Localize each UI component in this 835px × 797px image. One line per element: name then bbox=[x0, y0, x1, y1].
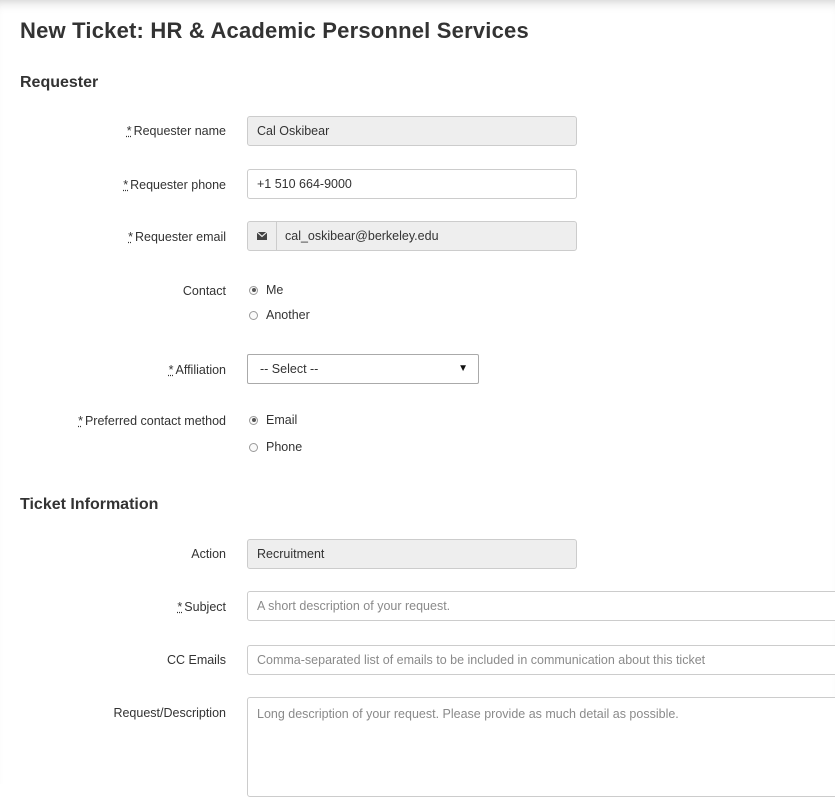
ticket-information-heading: Ticket Information bbox=[20, 496, 159, 513]
preferred-contact-option-email[interactable]: Email bbox=[249, 413, 297, 427]
envelope-icon bbox=[248, 222, 277, 250]
subject-input[interactable]: A short description of your request. bbox=[247, 591, 835, 621]
cc-emails-label: CC Emails bbox=[166, 653, 226, 667]
requester-email-field[interactable]: cal_oskibear@berkeley.edu bbox=[247, 221, 577, 251]
page-title: New Ticket: HR & Academic Personnel Serv… bbox=[20, 18, 529, 43]
requester-email-value: cal_oskibear@berkeley.edu bbox=[285, 229, 439, 243]
required-marker: * bbox=[168, 363, 174, 377]
preferred-contact-option-phone[interactable]: Phone bbox=[249, 440, 302, 454]
action-label: Action bbox=[191, 547, 226, 561]
requester-phone-field[interactable]: +1 510 664-9000 bbox=[247, 169, 577, 199]
affiliation-selected-value: -- Select -- bbox=[260, 362, 319, 376]
description-textarea[interactable]: Long description of your request. Please… bbox=[247, 697, 835, 797]
subject-label: * Subject bbox=[177, 600, 226, 614]
radio-unchecked-icon[interactable] bbox=[249, 442, 258, 452]
requester-email-label: * Requester email bbox=[128, 230, 226, 244]
cc-emails-input[interactable]: Comma-separated list of emails to be inc… bbox=[247, 645, 835, 675]
required-marker: * bbox=[177, 600, 183, 614]
dropdown-arrow-icon: ▼ bbox=[458, 363, 468, 374]
requester-name-label: * Requester name bbox=[126, 124, 226, 138]
required-marker: * bbox=[128, 230, 133, 244]
required-marker: * bbox=[78, 414, 83, 428]
affiliation-label: * Affiliation bbox=[168, 363, 226, 377]
description-label: Request/Description bbox=[113, 706, 226, 720]
contact-label: Contact bbox=[182, 284, 226, 298]
requester-phone-label: * Requester phone bbox=[123, 178, 226, 192]
affiliation-select[interactable]: -- Select -- ▼ bbox=[247, 354, 479, 384]
required-marker: * bbox=[123, 178, 129, 192]
radio-checked-icon[interactable] bbox=[249, 285, 258, 295]
radio-unchecked-icon[interactable] bbox=[249, 310, 258, 320]
preferred-contact-label: * Preferred contact method bbox=[78, 414, 226, 428]
radio-checked-icon[interactable] bbox=[249, 415, 258, 425]
required-marker: * bbox=[126, 124, 132, 138]
contact-option-me[interactable]: Me bbox=[249, 283, 283, 297]
requester-heading: Requester bbox=[20, 74, 99, 91]
requester-name-field[interactable]: Cal Oskibear bbox=[247, 116, 577, 146]
action-field[interactable]: Recruitment bbox=[247, 539, 577, 569]
contact-option-another[interactable]: Another bbox=[249, 308, 310, 322]
